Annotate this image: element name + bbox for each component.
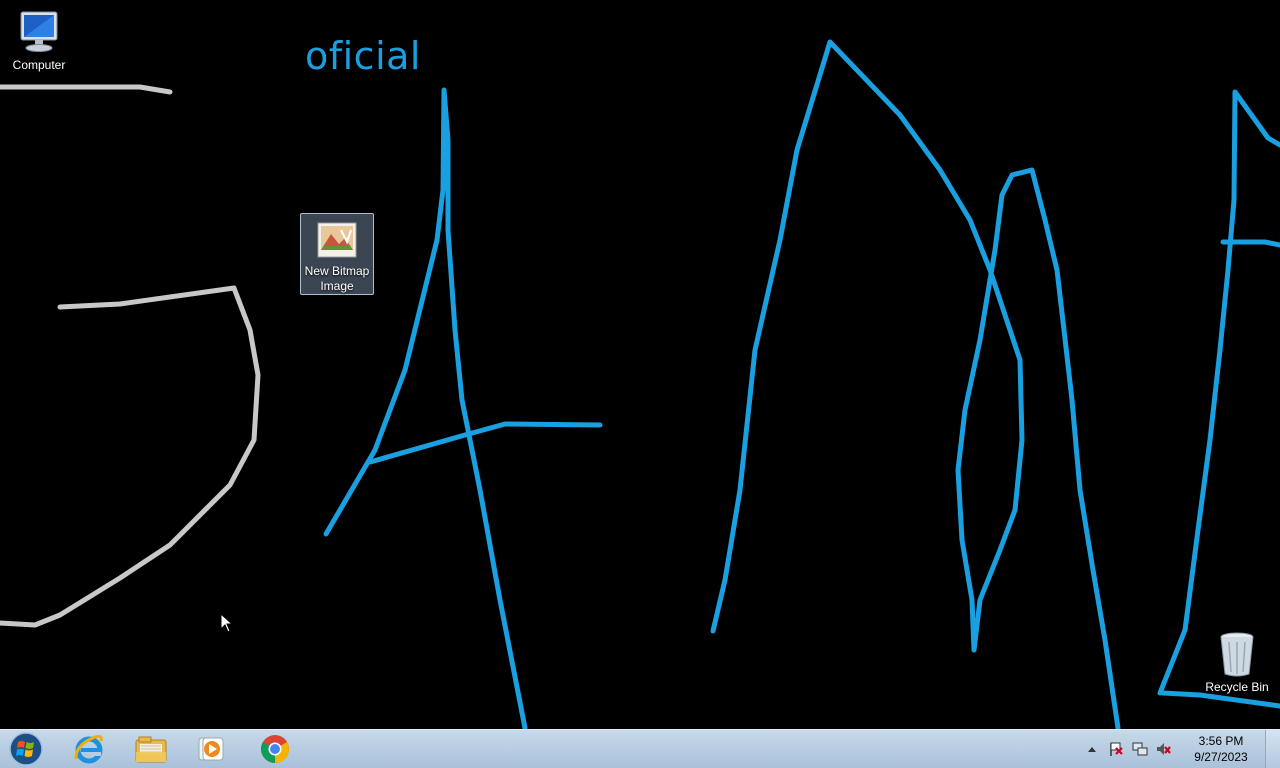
blue-stroke-e — [1157, 89, 1280, 696]
taskbar-internet-explorer[interactable] — [60, 731, 118, 767]
blue-stroke-m — [710, 39, 1121, 729]
blue-stroke-a — [323, 87, 528, 729]
windows-start-orb-icon — [9, 732, 43, 766]
file-explorer-icon — [135, 736, 167, 763]
media-player-icon — [198, 737, 224, 761]
wallpaper-drawing — [0, 39, 1280, 729]
show-hidden-icons-arrow[interactable] — [1083, 740, 1101, 758]
clock-date: 9/27/2023 — [1194, 750, 1248, 764]
taskbar-windows-explorer[interactable] — [122, 731, 180, 767]
start-button[interactable] — [2, 731, 50, 767]
system-tray: 3:56 PM 9/27/2023 — [1080, 730, 1258, 768]
mouse-cursor — [220, 613, 234, 633]
bitmap-image-icon — [317, 222, 357, 258]
show-desktop-button[interactable] — [1265, 730, 1280, 768]
desktop-icon-label: New Bitmap Image — [304, 264, 370, 293]
desktop-icon-bitmap-image[interactable]: New Bitmap Image — [300, 213, 374, 295]
desktop[interactable]: oficial Computer New Bitmap Image Recycl… — [0, 0, 1280, 729]
taskbar-windows-media-player[interactable] — [182, 731, 240, 767]
desktop-icon-recycle-bin[interactable]: Recycle Bin — [1200, 630, 1274, 695]
network-icon[interactable] — [1131, 740, 1149, 758]
chrome-icon — [261, 735, 289, 763]
internet-explorer-icon — [74, 735, 103, 764]
blue-stroke-a-bar — [367, 421, 603, 465]
gray-stroke-top — [0, 84, 173, 95]
taskbar: 3:56 PM 9/27/2023 — [0, 729, 1280, 768]
recycle-bin-icon — [1220, 632, 1254, 677]
taskbar-google-chrome[interactable] — [246, 731, 304, 767]
desktop-icon-label: Recycle Bin — [1205, 680, 1269, 694]
desktop-icon-label: Computer — [12, 58, 66, 72]
action-center-flag-icon[interactable] — [1107, 740, 1125, 758]
taskbar-clock[interactable]: 3:56 PM 9/27/2023 — [1184, 733, 1258, 765]
clock-time: 3:56 PM — [1198, 734, 1244, 748]
volume-muted-icon[interactable] — [1155, 740, 1173, 758]
gray-stroke-curve — [0, 285, 261, 628]
wallpaper-text: oficial — [305, 34, 421, 78]
computer-icon — [20, 11, 58, 52]
desktop-icon-computer[interactable]: Computer — [2, 8, 76, 73]
